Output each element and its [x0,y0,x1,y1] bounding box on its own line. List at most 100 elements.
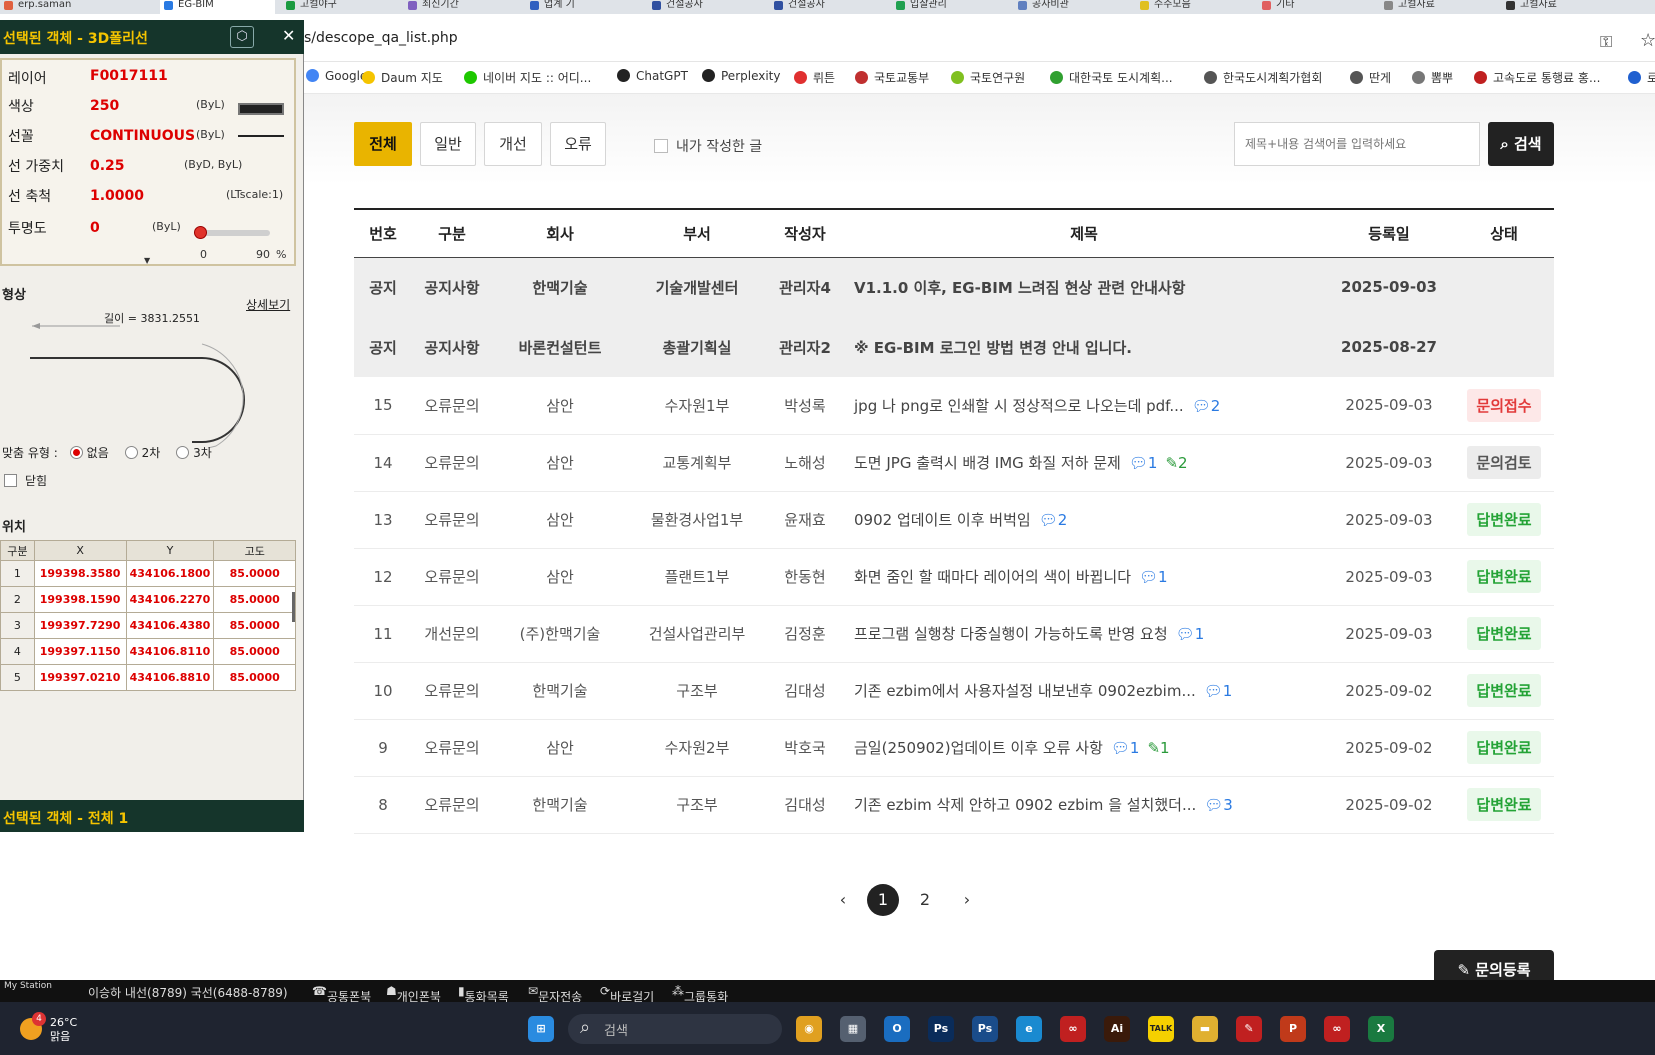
outlook-icon[interactable]: O [884,1016,910,1042]
closed-checkbox[interactable] [4,474,17,487]
detail-view-link[interactable]: 상세보기 [246,296,290,313]
post-title-link[interactable]: jpg 나 png로 인쇄할 시 정상적으로 나오는데 pdf... [854,397,1184,415]
linescale-value[interactable]: 1.0000 [90,188,144,204]
my-posts-checkbox[interactable] [654,139,668,153]
browser-tab[interactable]: 입찰관리 [892,0,1007,14]
notice-row[interactable]: 공지 공지사항 한맥기술 기술개발센터 관리자4 V1.1.0 이후, EG-BIM 느려… [354,257,1554,317]
file-explorer-icon[interactable]: ▬ [1192,1016,1218,1042]
position-row[interactable]: 1 199398.3580 434106.1800 85.0000 [0,560,296,587]
fit-none-radio[interactable] [69,446,83,459]
post-title-link[interactable]: 금일(250902)업데이트 이후 오류 사항 [854,739,1103,757]
fit-cubic-option[interactable]: 3차 [176,446,212,460]
bookmark-item[interactable]: 고속도로 통행료 홍... [1474,69,1600,86]
position-row[interactable]: 3 199397.7290 434106.4380 85.0000 [0,612,296,639]
browser-tab[interactable]: 건설공사 [770,0,885,14]
table-row[interactable]: 14 오류문의 삼안 교통계획부 노해성 도면 JPG 출력시 배경 IMG 화질 저하 … [354,434,1554,492]
color-swatch[interactable] [238,103,284,115]
lineweight-value[interactable]: 0.25 [90,158,125,174]
position-row[interactable]: 4 199397.1150 434106.8110 85.0000 [0,638,296,665]
position-row[interactable]: 5 199397.0210 434106.8810 85.0000 [0,664,296,691]
color-value[interactable]: 250 [90,98,119,114]
tab-general[interactable]: 일반 [420,122,476,166]
browser-tab[interactable]: 업계 기 [526,0,641,14]
app-red-3-icon[interactable]: ∞ [1324,1016,1350,1042]
close-icon[interactable]: ✕ [282,26,295,45]
phone-common-book[interactable]: ☎ 공통폰북 [312,984,371,1004]
browser-tab[interactable]: 수주모음 [1136,0,1251,14]
tab-improvement[interactable]: 개선 [484,122,542,166]
transparency-slider-handle[interactable] [194,226,207,239]
position-row[interactable]: 2 199398.1590 434106.2270 85.0000 [0,586,296,613]
table-row[interactable]: 11 개선문의 (주)한맥기술 건설사업관리부 김정훈 프로그램 실행창 다중실행이 가능… [354,605,1554,663]
calculator-icon[interactable]: ▦ [840,1016,866,1042]
transparency-slider[interactable] [194,226,270,239]
title-cell[interactable]: 기존 ezbim에서 사용자설정 내보낸후 0902ezbim... 💬︎1 [844,662,1324,720]
fit-none-option[interactable]: 없음 [69,446,109,460]
table-row[interactable]: 10 오류문의 한맥기술 구조부 김대성 기존 ezbim에서 사용자설정 내보낸후 09… [354,662,1554,720]
transparency-value[interactable]: 0 [90,220,100,236]
bookmark-item[interactable]: 한국도시계획가협회 [1204,69,1322,86]
position-x[interactable]: 199397.0210 [33,664,127,691]
title-cell[interactable]: 프로그램 실행창 다중실행이 가능하도록 반영 요청 💬︎1 [844,605,1324,663]
table-row[interactable]: 8 오류문의 한맥기술 구조부 김대성 기존 ezbim 삭제 안하고 0902 ezbi… [354,776,1554,834]
title-cell[interactable]: 기존 ezbim 삭제 안하고 0902 ezbim 을 설치했더... 💬︎3 [844,776,1324,834]
position-y[interactable]: 434106.1800 [125,560,215,587]
position-y[interactable]: 434106.2270 [125,586,215,613]
chrome-icon[interactable]: ◉ [796,1016,822,1042]
search-button[interactable]: ⌕ 검색 [1488,122,1554,166]
expand-chevron-icon[interactable]: ▼ [144,256,150,265]
tab-all[interactable]: 전체 [354,122,412,166]
powerpoint-icon[interactable]: P [1280,1016,1306,1042]
phone-send-sms[interactable]: ✉ 문자전송 [528,984,582,1004]
layer-value[interactable]: F0017111 [90,68,168,84]
table-row[interactable]: 13 오류문의 삼안 물환경사업1부 윤재효 0902 업데이트 이후 버벅임 💬︎2 202… [354,491,1554,549]
title-cell[interactable]: 화면 줌인 할 때마다 레이어의 색이 바뀝니다 💬︎1 [844,548,1324,606]
fit-quadratic-option[interactable]: 2차 [124,446,160,460]
page-1[interactable]: 1 [867,884,899,916]
next-page-icon[interactable]: › [951,884,983,916]
kakaotalk-icon[interactable]: TALK [1148,1016,1174,1042]
bookmark-item[interactable]: ChatGPT [617,69,688,83]
windows-start-icon[interactable]: ⊞ [528,1016,554,1042]
title-cell[interactable]: 금일(250902)업데이트 이후 오류 사항 💬︎1 ✎1 [844,719,1324,777]
excel-icon[interactable]: X [1368,1016,1394,1042]
position-x[interactable]: 199398.1590 [33,586,127,613]
search-input[interactable] [1234,122,1480,166]
table-row[interactable]: 9 오류문의 삼안 수자원2부 박호국 금일(250902)업데이트 이후 오류 사항 💬︎… [354,719,1554,777]
phone-personal-book[interactable]: ☗ 개인폰북 [386,984,441,1004]
position-z[interactable]: 85.0000 [213,560,296,587]
notice-row[interactable]: 공지 공지사항 바론컨설턴트 총괄기획실 관리자2 ※ EG-BIM 로그인 방법 변경 … [354,317,1554,377]
select-object-icon[interactable]: ⬡ [230,26,254,48]
bookmark-star-icon[interactable]: ☆ [1640,30,1655,51]
bookmark-item[interactable]: 뽐뿌 [1412,69,1453,86]
bookmark-item[interactable]: Daum 지도 [362,69,443,86]
post-title-link[interactable]: 기존 ezbim에서 사용자설정 내보낸후 0902ezbim... [854,682,1196,700]
post-title-link[interactable]: 도면 JPG 출력시 배경 IMG 화질 저하 문제 [854,454,1121,472]
phone-group-call[interactable]: ⁂ 그룹통화 [672,984,728,1004]
bookmark-item[interactable]: 국토연구원 [951,69,1025,86]
my-posts-filter[interactable]: 내가 작성한 글 [654,136,762,156]
position-y[interactable]: 434106.8110 [125,638,215,665]
position-y[interactable]: 434106.4380 [125,612,215,639]
browser-tab[interactable]: 공사비관 [1014,0,1129,14]
browser-tab[interactable]: EG-BIM [160,0,275,14]
title-cell[interactable]: 0902 업데이트 이후 버벅임 💬︎2 [844,491,1324,549]
position-z[interactable]: 85.0000 [213,612,296,639]
browser-tab[interactable]: 최신기간 [404,0,519,14]
position-y[interactable]: 434106.8810 [125,664,215,691]
tab-error[interactable]: 오류 [550,122,606,166]
browser-tab[interactable]: 고컬자료 [1380,0,1495,14]
browser-tab[interactable]: 기타 [1258,0,1373,14]
position-x[interactable]: 199398.3580 [33,560,127,587]
post-title-link[interactable]: 0902 업데이트 이후 버벅임 [854,511,1031,529]
phone-quick-dial[interactable]: ⟳ 바로걸기 [600,984,654,1004]
table-row[interactable]: 12 오류문의 삼안 플랜트1부 한동현 화면 줌인 할 때마다 레이어의 색이 바뀝니다… [354,548,1554,606]
notice-title-link[interactable]: V1.1.0 이후, EG-BIM 느려짐 현상 관련 안내사항 [844,257,1324,317]
fit-quadratic-radio[interactable] [124,446,138,459]
prev-page-icon[interactable]: ‹ [827,884,859,916]
post-title-link[interactable]: 프로그램 실행창 다중실행이 가능하도록 반영 요청 [854,625,1168,643]
fit-cubic-radio[interactable] [176,446,190,459]
bookmark-item[interactable]: 네이버 지도 :: 어디... [464,69,591,86]
notice-title-link[interactable]: ※ EG-BIM 로그인 방법 변경 안내 입니다. [844,317,1324,377]
bookmark-item[interactable]: 뤼튼 [794,69,835,86]
